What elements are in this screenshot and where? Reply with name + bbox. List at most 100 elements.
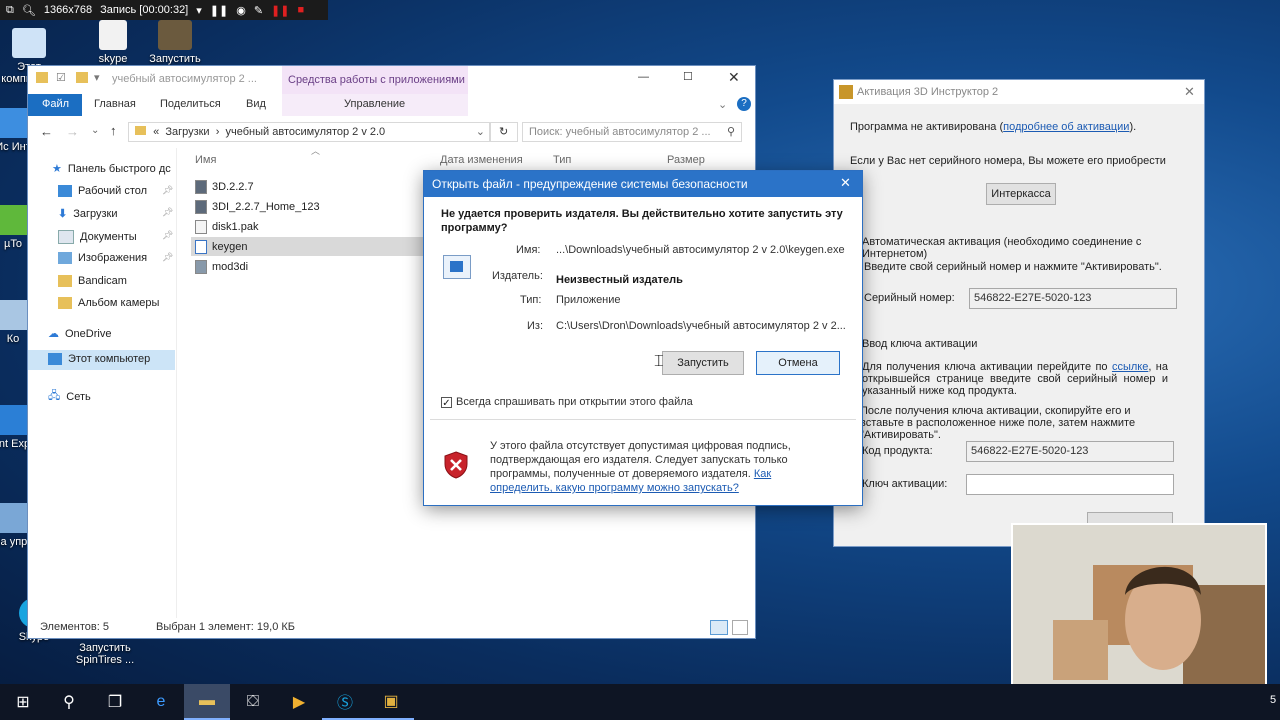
- tab-share[interactable]: Поделиться: [160, 98, 221, 110]
- details-view-icon[interactable]: [710, 620, 728, 635]
- name-value: ...\Downloads\учебный автосимулятор 2 v …: [556, 244, 845, 256]
- close-icon[interactable]: ✕: [840, 175, 851, 191]
- activation-key-field[interactable]: [966, 474, 1174, 495]
- maximize-icon[interactable]: ☐: [683, 70, 693, 83]
- file-item[interactable]: 3D.2.2.7: [195, 180, 254, 194]
- camera-icon[interactable]: ◉: [236, 4, 246, 17]
- nav-pictures[interactable]: Изображения: [58, 252, 147, 264]
- dropdown-icon[interactable]: ▾: [196, 4, 202, 17]
- nav-onedrive[interactable]: ☁ OneDrive: [48, 327, 111, 341]
- pin-icon[interactable]: 📌︎: [162, 230, 173, 241]
- always-ask-label: Всегда спрашивать при открытии этого фай…: [456, 396, 693, 408]
- help-icon[interactable]: ?: [737, 97, 751, 111]
- nav-label: Этот компьютер: [68, 353, 151, 365]
- column-date[interactable]: Дата изменения: [440, 154, 523, 166]
- task-view-button[interactable]: ❐: [92, 684, 138, 720]
- minimize-icon[interactable]: —: [638, 71, 649, 83]
- stop-icon[interactable]: ■: [297, 4, 304, 16]
- nav-quick-access[interactable]: ★ Панель быстрого дс: [52, 162, 171, 176]
- window-icon[interactable]: ⧉: [6, 4, 14, 17]
- clock-fragment[interactable]: 5: [1270, 694, 1276, 706]
- taskbar-3d-instructor[interactable]: ▣: [368, 684, 414, 720]
- nav-camera-roll[interactable]: Альбом камеры: [58, 297, 159, 309]
- taskbar-skype[interactable]: Ⓢ: [322, 684, 368, 720]
- taskbar-edge[interactable]: e: [138, 684, 184, 720]
- breadcrumb-current[interactable]: учебный автосимулятор 2 v 2.0: [226, 126, 386, 138]
- refresh-button[interactable]: ↻: [490, 122, 518, 142]
- file-item[interactable]: disk1.pak: [195, 220, 258, 234]
- address-dropdown-icon[interactable]: ⌄: [476, 123, 485, 141]
- sort-arrow-icon: ︿: [311, 146, 321, 156]
- search-input[interactable]: Поиск: учебный автосимулятор 2 ... ⚲: [522, 122, 742, 142]
- forward-arrow-icon[interactable]: →: [66, 124, 79, 139]
- always-ask-checkbox[interactable]: ✓: [441, 396, 452, 409]
- taskbar-media-player[interactable]: ▶: [276, 684, 322, 720]
- store-icon: ⛋: [246, 693, 260, 710]
- close-icon[interactable]: ✕: [1184, 84, 1195, 100]
- activation-key-label: Ключ активации:: [862, 478, 948, 490]
- address-bar[interactable]: « Загрузки › учебный автосимулятор 2 v 2…: [128, 122, 490, 142]
- search-button[interactable]: ⚲: [46, 684, 92, 720]
- tab-manage[interactable]: Управление: [282, 94, 468, 116]
- product-code-field[interactable]: 546822-E27E-5020-123: [966, 441, 1174, 462]
- column-type[interactable]: Тип: [553, 154, 571, 166]
- new-folder-icon[interactable]: [76, 72, 88, 83]
- nav-bandicam[interactable]: Bandicam: [58, 275, 127, 287]
- nav-desktop[interactable]: Рабочий стол: [58, 185, 147, 197]
- activation-link[interactable]: ссылке: [1112, 361, 1148, 373]
- application-icon: [443, 255, 471, 279]
- tab-file[interactable]: Файл: [28, 94, 82, 116]
- desktop-icon-launch[interactable]: Запустить: [140, 20, 210, 65]
- pause-icon[interactable]: ❚❚: [210, 4, 228, 17]
- desktop-icon-skype-file[interactable]: skype: [78, 20, 148, 65]
- serial-number-field[interactable]: 546822-E27E-5020-123: [969, 288, 1177, 309]
- back-arrow-icon[interactable]: ←: [40, 124, 53, 139]
- column-size[interactable]: Размер: [667, 154, 705, 166]
- recent-dropdown-icon[interactable]: ⌄: [91, 125, 99, 136]
- tab-view[interactable]: Вид: [246, 98, 266, 110]
- close-icon[interactable]: ✕: [728, 69, 740, 86]
- paste-instructions: После получения ключа активации, скопиру…: [860, 405, 1136, 441]
- manual-instructions: Для получения ключа активации перейдите …: [862, 361, 1168, 397]
- tiles-view-icon[interactable]: [732, 620, 748, 635]
- taskbar-file-explorer[interactable]: ▬: [184, 684, 230, 720]
- pin-icon[interactable]: 📌︎: [162, 185, 173, 196]
- pin-icon[interactable]: 📌︎: [162, 207, 173, 218]
- dialog-titlebar: Открыть файл - предупреждение системы бе…: [424, 171, 862, 197]
- nav-downloads[interactable]: ⬇ Загрузки: [58, 207, 118, 221]
- pause-red-icon[interactable]: ❚❚: [271, 4, 289, 17]
- cancel-button[interactable]: Отмена: [756, 351, 840, 375]
- more-info-link[interactable]: подробнее об активации: [1003, 121, 1129, 133]
- intercassa-button[interactable]: Интеркасса: [986, 183, 1056, 205]
- file-item[interactable]: 3DI_2.2.7_Home_123: [195, 200, 320, 214]
- breadcrumb-overflow[interactable]: «: [153, 126, 159, 138]
- up-arrow-icon[interactable]: ↑: [110, 123, 117, 138]
- always-ask-checkbox-row[interactable]: ✓ Всегда спрашивать при открытии этого ф…: [441, 396, 693, 409]
- column-name[interactable]: Имя: [195, 154, 216, 166]
- desktop-icon-spintires[interactable]: Запустить SpinTires ...: [70, 642, 140, 666]
- publisher-value: Неизвестный издатель: [556, 274, 683, 286]
- desktop-icon-label: Ис Инт: [0, 141, 31, 153]
- run-button[interactable]: Запустить: [662, 351, 744, 375]
- nav-documents[interactable]: Документы: [58, 230, 137, 244]
- pin-icon[interactable]: 📌︎: [162, 252, 173, 263]
- search-placeholder: Поиск: учебный автосимулятор 2 ...: [529, 126, 711, 138]
- nav-label: Панель быстрого дс: [67, 162, 171, 175]
- from-label: Из:: [527, 320, 544, 332]
- nav-this-pc[interactable]: Этот компьютер: [48, 353, 150, 365]
- ribbon-expand-icon[interactable]: ⌄: [718, 98, 727, 111]
- dialog-question: Не удается проверить издателя. Вы действ…: [441, 208, 843, 234]
- pen-icon[interactable]: ✎: [254, 4, 263, 17]
- file-item-selected[interactable]: keygen: [195, 240, 247, 254]
- desktop-icon: [58, 185, 72, 197]
- file-item[interactable]: mod3di: [195, 260, 248, 274]
- search-icon[interactable]: 🔍︎: [22, 4, 36, 17]
- taskbar-store[interactable]: ⛋: [230, 684, 276, 720]
- properties-icon[interactable]: ☑: [56, 71, 66, 84]
- nav-network[interactable]: 🖧︎ Сеть: [48, 387, 91, 406]
- tab-home[interactable]: Главная: [94, 98, 136, 110]
- breadcrumb-downloads[interactable]: Загрузки: [165, 126, 209, 138]
- start-button[interactable]: ⊞: [0, 684, 46, 720]
- app-icon: [0, 108, 30, 138]
- quick-access-dropdown-icon[interactable]: ▾: [94, 71, 100, 84]
